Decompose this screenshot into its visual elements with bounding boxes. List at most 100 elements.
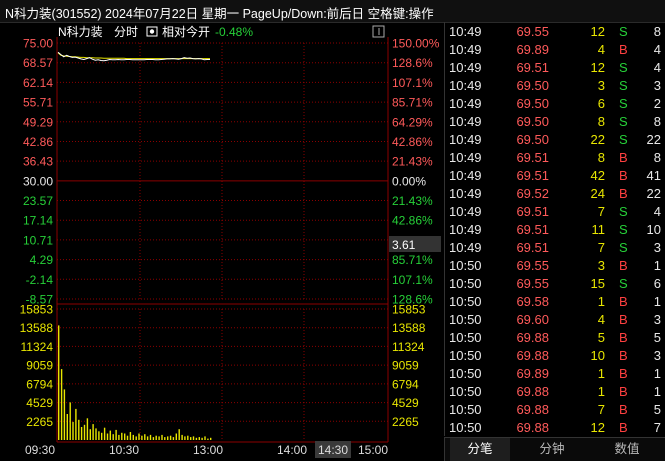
tick-row[interactable]: 10:49 69.51 12 S 4 <box>445 59 665 77</box>
tick-count: 5 <box>653 330 661 345</box>
volume-axis-label-right: 2265 <box>392 415 419 429</box>
tab-2[interactable]: 数值 <box>597 438 657 461</box>
volume-bar <box>63 389 66 440</box>
volume-bar <box>75 408 77 440</box>
tick-count: 22 <box>646 186 661 201</box>
tick-count: 3 <box>653 312 661 327</box>
tick-price: 69.51 <box>516 240 549 255</box>
tick-row[interactable]: 10:50 69.58 1 B 1 <box>445 293 665 311</box>
tick-list[interactable]: 10:49 69.55 12 S 8 10:49 69.89 4 B 4 10:49 69.51 12 S… <box>444 22 665 436</box>
tick-row[interactable]: 10:49 69.51 11 S 10 <box>445 221 665 239</box>
volume-bar <box>92 424 94 440</box>
tick-count: 4 <box>653 60 661 75</box>
time-axis-label: 14:30 <box>318 443 348 457</box>
tick-row[interactable]: 10:49 69.50 3 S 3 <box>445 77 665 95</box>
tick-row[interactable]: 10:50 69.88 5 B 5 <box>445 329 665 347</box>
tick-side: B <box>619 258 628 273</box>
tick-count: 1 <box>653 384 661 399</box>
volume-bar <box>175 433 177 440</box>
tick-side: S <box>619 240 628 255</box>
tick-price: 69.55 <box>516 258 549 273</box>
price-axis-label: 68.57 <box>23 56 53 70</box>
tick-price: 69.88 <box>516 420 549 435</box>
tick-side: B <box>619 366 628 381</box>
title-bar: N科力装(301552) 2024年07月22日 星期一 PageUp/Down… <box>0 0 665 23</box>
volume-bar <box>161 434 163 440</box>
volume-bar <box>135 436 137 440</box>
tick-volume: 7 <box>597 402 605 417</box>
price-axis-label: 23.57 <box>23 194 53 208</box>
tick-row[interactable]: 10:50 69.55 15 S 6 <box>445 275 665 293</box>
volume-bar <box>181 434 183 440</box>
tick-volume: 8 <box>597 114 605 129</box>
tick-row[interactable]: 10:50 69.88 7 B 5 <box>445 401 665 419</box>
tick-side: B <box>619 186 628 201</box>
mode-label: 分时 <box>114 25 138 39</box>
window-title: N科力装(301552) 2024年07月22日 星期一 PageUp/Down… <box>5 7 434 21</box>
tick-time: 10:49 <box>449 186 482 201</box>
tab-0[interactable]: 分笔 <box>450 438 510 461</box>
tick-price: 69.50 <box>516 114 549 129</box>
tick-time: 10:49 <box>449 78 482 93</box>
tick-row[interactable]: 10:49 69.51 42 B 41 <box>445 167 665 185</box>
volume-bar <box>210 437 212 440</box>
tick-price: 69.88 <box>516 348 549 363</box>
tick-volume: 22 <box>590 132 605 147</box>
volume-bar <box>124 433 126 440</box>
tick-time: 10:50 <box>449 294 482 309</box>
pct-axis-label: 64.29% <box>392 115 433 129</box>
pct-axis-label: 85.71% <box>392 96 433 110</box>
tick-count: 10 <box>646 222 661 237</box>
pct-axis-label: 150.00% <box>392 37 440 51</box>
tick-row[interactable]: 10:49 69.89 4 B 4 <box>445 41 665 59</box>
volume-axis-label: 11324 <box>21 340 54 354</box>
tick-time: 10:49 <box>449 60 482 75</box>
tick-volume: 6 <box>597 96 605 111</box>
tick-side: S <box>619 204 628 219</box>
tick-time: 10:50 <box>449 402 482 417</box>
pct-axis-label: 107.1% <box>392 273 433 287</box>
tick-time: 10:50 <box>449 276 482 291</box>
tick-time: 10:50 <box>449 420 482 435</box>
tick-count: 8 <box>653 150 661 165</box>
tick-volume: 1 <box>597 384 605 399</box>
volume-bar <box>172 437 175 440</box>
tick-row[interactable]: 10:49 69.51 7 S 4 <box>445 203 665 221</box>
tick-row[interactable]: 10:50 69.89 1 B 1 <box>445 365 665 383</box>
tick-row[interactable]: 10:50 69.60 4 B 3 <box>445 311 665 329</box>
tick-volume: 3 <box>597 258 605 273</box>
tick-row[interactable]: 10:49 69.51 8 B 8 <box>445 149 665 167</box>
tick-time: 10:50 <box>449 366 482 381</box>
tick-row[interactable]: 10:49 69.50 8 S 8 <box>445 113 665 131</box>
price-axis-label: 49.29 <box>23 115 53 129</box>
tick-volume: 12 <box>590 24 605 39</box>
intraday-chart[interactable]: N科力装 分时 相对今开 -0.48% 75.00 150.00% 68.57 128.6% 6… <box>0 22 444 460</box>
tick-row[interactable]: 10:49 69.51 7 S 3 <box>445 239 665 257</box>
tick-row[interactable]: 10:49 69.50 22 S 22 <box>445 131 665 149</box>
tick-count: 5 <box>653 402 661 417</box>
tab-1[interactable]: 分钟 <box>522 438 582 461</box>
tick-row[interactable]: 10:50 69.88 12 B 7 <box>445 419 665 437</box>
tick-row[interactable]: 10:50 69.55 3 B 1 <box>445 257 665 275</box>
tick-row[interactable]: 10:49 69.52 24 B 22 <box>445 185 665 203</box>
tick-count: 1 <box>653 258 661 273</box>
volume-axis-label-right: 13588 <box>392 321 426 335</box>
tick-volume: 11 <box>591 222 606 237</box>
tick-side: S <box>619 114 628 129</box>
tick-count: 8 <box>653 114 661 129</box>
tick-price: 69.51 <box>516 168 549 183</box>
tick-row[interactable]: 10:49 69.55 12 S 8 <box>445 23 665 41</box>
tick-side: B <box>619 294 628 309</box>
chart-canvas[interactable]: N科力装 分时 相对今开 -0.48% 75.00 150.00% 68.57 128.6% 6… <box>0 22 444 460</box>
time-axis-label: 13:00 <box>193 443 223 457</box>
tick-time: 10:49 <box>449 168 482 183</box>
price-axis-label: 55.71 <box>23 96 53 110</box>
tick-row[interactable]: 10:49 69.50 6 S 2 <box>445 95 665 113</box>
tick-count: 1 <box>653 294 661 309</box>
tick-volume: 7 <box>597 240 605 255</box>
tick-time: 10:50 <box>449 384 482 399</box>
price-axis-label: 75.00 <box>23 37 53 51</box>
tick-row[interactable]: 10:50 69.88 10 B 3 <box>445 347 665 365</box>
tick-row[interactable]: 10:50 69.88 1 B 1 <box>445 383 665 401</box>
tick-price: 69.60 <box>516 312 549 327</box>
